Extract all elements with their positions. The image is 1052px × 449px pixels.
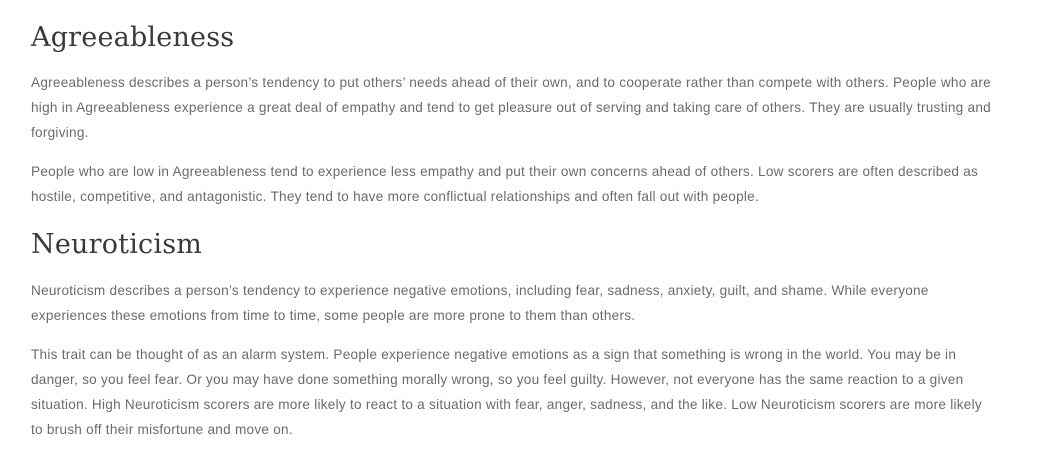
section-heading-neuroticism: Neuroticism bbox=[31, 229, 203, 260]
section-heading-agreeableness: Agreeableness bbox=[31, 22, 235, 53]
agreeableness-paragraph-1: Agreeableness describes a person’s tende… bbox=[31, 75, 991, 140]
article-content: Agreeableness Agreeableness describes a … bbox=[31, 0, 991, 442]
neuroticism-paragraph-2: This trait can be thought of as an alarm… bbox=[31, 347, 982, 437]
neuroticism-paragraph-1: Neuroticism describes a person’s tendenc… bbox=[31, 283, 929, 323]
agreeableness-paragraph-2: People who are low in Agreeableness tend… bbox=[31, 164, 979, 204]
